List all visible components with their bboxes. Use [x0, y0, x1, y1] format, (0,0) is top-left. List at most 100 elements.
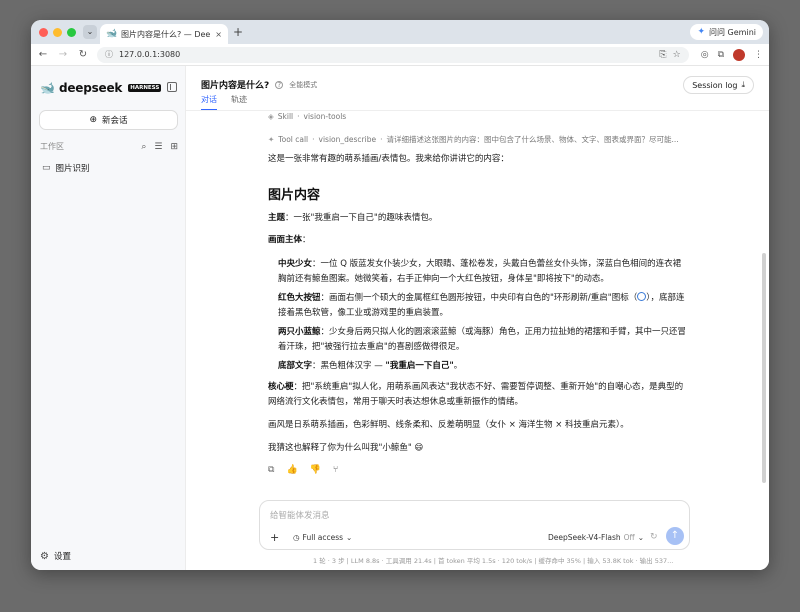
- sidebar-toggle-icon[interactable]: [167, 82, 177, 92]
- window-controls: [39, 28, 76, 37]
- access-label: Full access: [302, 533, 344, 542]
- chevron-down-icon: ⌄: [346, 533, 353, 542]
- item-bold-text: "我重启一下自己": [385, 361, 454, 371]
- browser-toolbar: ← → ↻ ⓘ 127.0.0.1:3080 ⎘ ☆ ◎ ⧉ ⋮: [31, 44, 769, 66]
- item-label: 红色大按钮: [278, 293, 321, 303]
- browser-window: ⌄ 🐋 图片内容是什么? — DeepSeek… × + ✦ 问问 Gemini…: [31, 20, 769, 570]
- tab-strip: ⌄ 🐋 图片内容是什么? — DeepSeek… × + ✦ 问问 Gemini: [31, 20, 769, 44]
- settings-button[interactable]: ⚙ 设置: [40, 550, 71, 563]
- theme-text: ：一张"我重启一下自己"的趣味表情包。: [285, 213, 438, 223]
- deepseek-favicon-icon: 🐋: [106, 29, 118, 39]
- mode-help-icon[interactable]: ?: [275, 80, 284, 89]
- bookmark-star-icon[interactable]: ☆: [673, 50, 681, 60]
- access-selector[interactable]: ◷ Full access ⌄: [293, 533, 352, 542]
- session-log-label: Session log: [692, 80, 738, 90]
- tab-search-button[interactable]: ⌄: [83, 25, 97, 39]
- theme-label: 主题: [268, 213, 286, 223]
- browser-menu-icon[interactable]: ⋮: [754, 50, 763, 60]
- back-icon[interactable]: ←: [37, 49, 49, 60]
- tool-call-line[interactable]: ✦ Tool call · vision_describe · 请详细描述这张图…: [268, 133, 688, 145]
- forward-icon[interactable]: →: [57, 49, 69, 60]
- extensions-puzzle-icon[interactable]: ⧉: [718, 50, 724, 60]
- settings-label: 设置: [53, 552, 71, 562]
- skill-label: Skill: [277, 111, 294, 121]
- tab-conversation[interactable]: 对话: [201, 94, 217, 110]
- ask-gemini-button[interactable]: ✦ 问问 Gemini: [690, 24, 763, 40]
- skill-icon: ◈: [268, 111, 274, 121]
- clock-icon: ◷: [293, 533, 300, 542]
- item-text: ：一位 Q 版蓝发女仆装少女，大眼睛、蓬松卷发，头戴白色蕾丝女仆头饰，深蓝白色相…: [278, 259, 682, 284]
- item-label: 底部文字: [278, 361, 313, 371]
- download-icon: ⤓: [741, 80, 745, 89]
- folder-item[interactable]: ▭ 图片识别: [42, 162, 90, 174]
- brand-logo: 🐋 deepseek HARNESS: [40, 81, 162, 95]
- model-label: DeepSeek-V4-Flash: [548, 533, 621, 542]
- new-folder-icon[interactable]: ⊞: [170, 142, 178, 152]
- extension-icon[interactable]: ◎: [701, 50, 709, 60]
- scrollbar-thumb[interactable]: [762, 253, 766, 483]
- attach-plus-icon[interactable]: +: [270, 531, 279, 544]
- core-text: ：把"系统重启"拟人化，用萌系画风表达"我状态不好、需要暂停调整、重新开始"的自…: [268, 382, 684, 407]
- tab-close-icon[interactable]: ×: [215, 30, 222, 39]
- site-info-icon[interactable]: ⓘ: [105, 49, 113, 60]
- install-app-icon[interactable]: ⎘: [659, 50, 666, 60]
- tab-trace[interactable]: 轨迹: [231, 94, 247, 110]
- refresh-emoji-icon: [637, 292, 647, 301]
- tab-title: 图片内容是什么? — DeepSeek…: [121, 29, 211, 39]
- closing-paragraph: 我猜这也解释了你为什么叫我"小鲸鱼" 😄: [268, 443, 424, 453]
- item-text: ：少女身后两只拟人化的圆滚滚蓝鲸（或海豚）角色，正用力拉扯她的裙摆和手臂，其中一…: [278, 327, 687, 352]
- subject-heading: 画面主体：: [268, 233, 688, 248]
- branch-icon[interactable]: ⑂: [333, 465, 338, 475]
- tool-call-label: Tool call: [278, 134, 309, 144]
- send-button[interactable]: ↑: [666, 527, 684, 545]
- minimize-window-button[interactable]: [53, 28, 62, 37]
- sparkle-icon: ✦: [268, 134, 275, 144]
- skill-line[interactable]: ◈ Skill · vision-tools: [268, 110, 688, 122]
- message-content: ◈ Skill · vision-tools ✦ Tool call · vis…: [268, 110, 688, 476]
- separator-dot: ·: [312, 134, 315, 144]
- core-label: 核心梗: [268, 382, 294, 392]
- search-icon[interactable]: ⌕: [141, 142, 146, 152]
- item-end: 。: [453, 361, 463, 371]
- skill-name: vision-tools: [303, 111, 347, 121]
- page-title: 图片内容是什么?: [201, 81, 270, 91]
- gemini-icon: ✦: [697, 27, 706, 37]
- gear-icon: ⚙: [40, 550, 49, 562]
- app: 🐋 deepseek HARNESS ⊕ 新会话 工作区 ⌕ ☰ ⊞ ▭ 图片识…: [31, 66, 769, 570]
- address-bar[interactable]: ⓘ 127.0.0.1:3080 ⎘ ☆: [97, 46, 689, 63]
- list-item: 红色大按钮：画面右侧一个硕大的金属框红色圆形按钮，中央印有白色的"环形刷新/重启…: [278, 291, 688, 321]
- session-log-button[interactable]: Session log ⤓: [683, 76, 754, 94]
- url-text: 127.0.0.1:3080: [119, 50, 181, 59]
- message-input[interactable]: 给智能体发消息: [270, 509, 330, 521]
- separator-dot: ·: [297, 111, 300, 121]
- subject-suffix: ：: [302, 235, 311, 245]
- new-tab-button[interactable]: +: [233, 25, 243, 39]
- theme-paragraph: 主题：一张"我重启一下自己"的趣味表情包。: [268, 211, 688, 226]
- filter-icon[interactable]: ☰: [154, 142, 162, 152]
- folder-label: 图片识别: [55, 164, 90, 174]
- sidebar: 🐋 deepseek HARNESS ⊕ 新会话 工作区 ⌕ ☰ ⊞ ▭ 图片识…: [31, 66, 186, 570]
- brand-badge: HARNESS: [128, 84, 162, 92]
- list-item: 中央少女：一位 Q 版蓝发女仆装少女，大眼睛、蓬松卷发，头戴白色蕾丝女仆头饰，深…: [278, 257, 688, 287]
- thumbs-up-icon[interactable]: 👍: [286, 465, 297, 475]
- workspace-header: 工作区 ⌕ ☰ ⊞: [40, 141, 178, 152]
- retry-icon[interactable]: ↻: [650, 532, 658, 542]
- subject-list: 中央少女：一位 Q 版蓝发女仆装少女，大眼睛、蓬松卷发，头戴白色蕾丝女仆头饰，深…: [278, 257, 688, 374]
- item-label: 两只小蓝鲸: [278, 327, 321, 337]
- item-text: ：画面右侧一个硕大的金属框红色圆形按钮，中央印有白色的"环形刷新/重启"图标（: [320, 293, 638, 303]
- model-selector[interactable]: DeepSeek-V4-Flash Off ⌄: [548, 533, 644, 542]
- profile-avatar[interactable]: [733, 48, 745, 61]
- browser-tab[interactable]: 🐋 图片内容是什么? — DeepSeek… ×: [100, 24, 228, 44]
- style-paragraph: 画风是日系萌系插画，色彩鲜明、线条柔和、反差萌明显（女仆 × 海洋生物 × 科技…: [268, 420, 629, 430]
- close-window-button[interactable]: [39, 28, 48, 37]
- new-chat-button[interactable]: ⊕ 新会话: [39, 110, 178, 130]
- maximize-window-button[interactable]: [67, 28, 76, 37]
- scrollbar[interactable]: [762, 113, 766, 538]
- copy-icon[interactable]: ⧉: [268, 465, 274, 475]
- reload-icon[interactable]: ↻: [77, 49, 89, 60]
- workspace-label: 工作区: [40, 142, 64, 151]
- whale-logo-icon: 🐋: [40, 81, 55, 95]
- thumbs-down-icon[interactable]: 👎: [310, 465, 321, 475]
- status-bar: 1 轮 · 3 步 | LLM 8.8s · 工具调用 21.4s | 首 to…: [313, 557, 674, 565]
- brand-name: deepseek: [58, 81, 123, 95]
